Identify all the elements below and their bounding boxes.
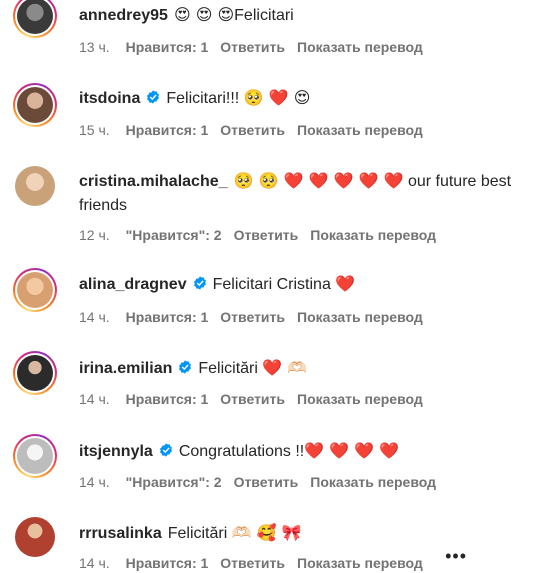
comment-username[interactable]: annedrey95 [79, 7, 168, 24]
comment-emoji: ❤️ 🫶🏻 [262, 358, 308, 377]
translate-button[interactable]: Показать перевод [297, 309, 423, 325]
comment-username[interactable]: cristina.mihalache_ [79, 173, 228, 190]
translate-button[interactable]: Показать перевод [297, 391, 423, 407]
translate-button[interactable]: Показать перевод [297, 555, 423, 571]
avatar[interactable] [13, 268, 57, 312]
reply-button[interactable]: Ответить [234, 474, 299, 490]
reply-button[interactable]: Ответить [220, 309, 285, 325]
avatar[interactable] [13, 351, 57, 395]
more-options-icon[interactable]: ••• [445, 546, 467, 571]
comment-emoji: ❤️ ❤️ ❤️ ❤️ [304, 441, 400, 460]
comment-time[interactable]: 15 ч. [79, 122, 110, 138]
translate-button[interactable]: Показать перевод [297, 39, 423, 55]
verified-badge-icon [179, 360, 192, 374]
comment-emoji: ❤️ [335, 274, 356, 293]
comment-text: Felicitări [167, 525, 228, 542]
verified-badge-icon [159, 443, 172, 457]
comment-text: Felicitari [234, 7, 294, 24]
comment-username[interactable]: irina.emilian [79, 360, 172, 377]
comment-item: itsdoina Felicitari!!! 🥺 ❤️ 😍 15 ч. Нравит… [0, 76, 549, 156]
comment-likes[interactable]: Нравится: 1 [126, 309, 209, 325]
comment-time[interactable]: 13 ч. [79, 39, 110, 55]
comment-item: alina_dragnev Felicitari Cristina ❤️ 14 ч… [0, 262, 549, 342]
comment-likes[interactable]: "Нравится": 2 [126, 227, 222, 243]
comment-time[interactable]: 14 ч. [79, 555, 110, 571]
reply-button[interactable]: Ответить [220, 39, 285, 55]
comment-emoji: 😍 😍 😍 [173, 5, 235, 24]
comment-time[interactable]: 12 ч. [79, 227, 110, 243]
comment-emoji: 🥺 🥺 ❤️ ❤️ ❤️ ❤️ ❤️ [233, 171, 404, 190]
comment-likes[interactable]: Нравится: 1 [126, 391, 209, 407]
comment-text: Felicitări [198, 360, 258, 377]
comment-item: irina.emilian Felicitări ❤️ 🫶🏻 14 ч. Нрави… [0, 344, 549, 424]
reply-button[interactable]: Ответить [234, 227, 299, 243]
verified-badge-icon [193, 276, 206, 290]
comment-item: annedrey95 😍 😍 😍Felicitari 13 ч. Нравится:… [0, 0, 549, 80]
reply-button[interactable]: Ответить [220, 391, 285, 407]
comment-likes[interactable]: Нравится: 1 [126, 555, 209, 571]
translate-button[interactable]: Показать перевод [310, 474, 436, 490]
verified-badge-icon [147, 90, 160, 104]
comment-time[interactable]: 14 ч. [79, 391, 110, 407]
comment-text: Felicitari!!! [166, 90, 240, 107]
comment-likes[interactable]: "Нравится": 2 [126, 474, 222, 490]
avatar[interactable] [15, 517, 55, 557]
comment-likes[interactable]: Нравится: 1 [126, 39, 209, 55]
comment-username[interactable]: rrrusalinka [79, 525, 162, 542]
comment-username[interactable]: itsdoina [79, 90, 140, 107]
avatar[interactable] [13, 0, 57, 38]
comment-time[interactable]: 14 ч. [79, 309, 110, 325]
avatar[interactable] [13, 434, 57, 478]
comment-item: itsjennyla Congratulations !!❤️ ❤️ ❤️ ❤️ … [0, 426, 549, 506]
comment-emoji: 🥺 ❤️ 😍 [243, 88, 311, 107]
reply-button[interactable]: Ответить [220, 555, 285, 571]
comment-username[interactable]: itsjennyla [79, 443, 153, 460]
avatar[interactable] [13, 83, 57, 127]
comment-likes[interactable]: Нравится: 1 [126, 122, 209, 138]
reply-button[interactable]: Ответить [220, 122, 285, 138]
translate-button[interactable]: Показать перевод [297, 122, 423, 138]
translate-button[interactable]: Показать перевод [310, 227, 436, 243]
comment-item: cristina.mihalache_ 🥺 🥺 ❤️ ❤️ ❤️ ❤️ ❤️ ou… [0, 158, 549, 258]
comment-emoji: 🫶🏻 🥰 🎀 [231, 523, 302, 542]
comment-text: Felicitari Cristina [212, 276, 331, 293]
comment-text: Congratulations !! [178, 443, 305, 460]
avatar[interactable] [15, 166, 55, 206]
comment-time[interactable]: 14 ч. [79, 474, 110, 490]
comment-item: rrrusalinka Felicitări 🫶🏻 🥰 🎀 14 ч. Нравит… [0, 508, 549, 573]
comment-username[interactable]: alina_dragnev [79, 276, 187, 293]
